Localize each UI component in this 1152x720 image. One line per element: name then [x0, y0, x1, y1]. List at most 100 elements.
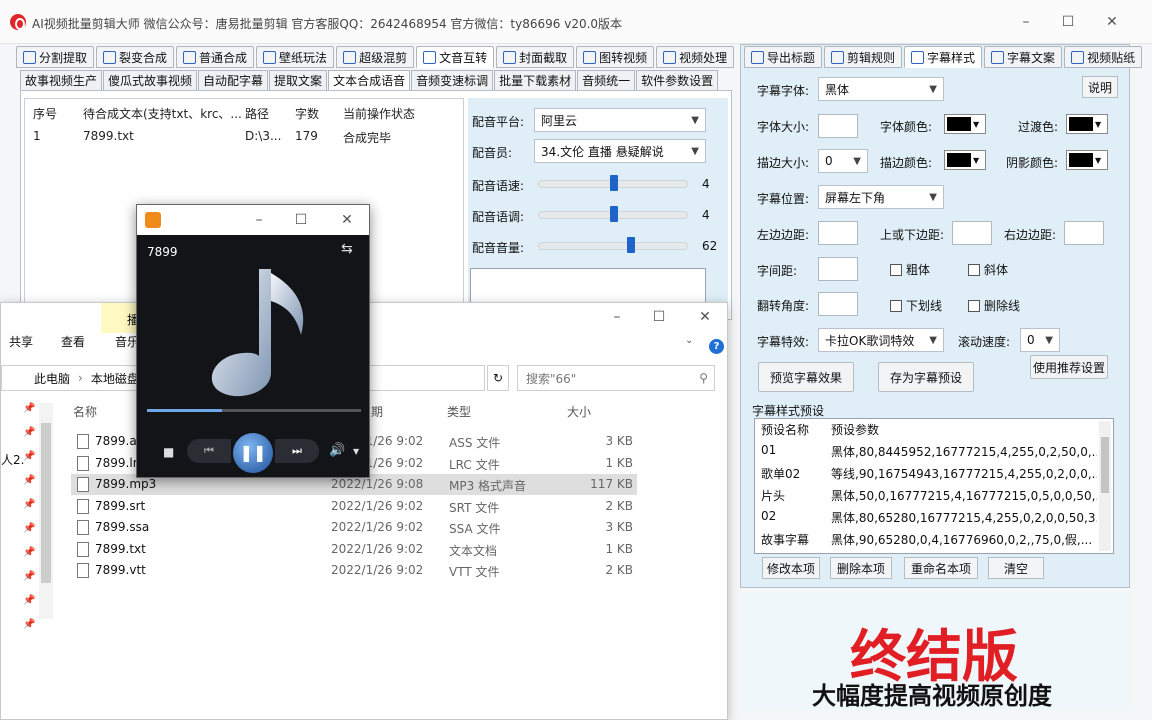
col-date[interactable]: 期 — [371, 403, 383, 420]
font-size-input[interactable] — [818, 114, 858, 138]
player-maximize-icon[interactable]: ☐ — [291, 210, 311, 230]
tab-right-0[interactable]: 导出标题 — [744, 46, 823, 68]
pin-icon[interactable]: 📌 — [23, 619, 35, 630]
delete-button[interactable]: 删除本项 — [830, 557, 892, 579]
col-size[interactable]: 大小 — [567, 403, 591, 420]
pin-icon[interactable]: 📌 — [23, 523, 35, 534]
speed-slider[interactable] — [538, 175, 688, 191]
next-icon[interactable]: ⏭ — [275, 439, 319, 463]
preview-subtitle-button[interactable]: 预览字幕效果 — [758, 362, 854, 392]
tab-main-1[interactable]: 裂变合成 — [96, 46, 175, 68]
font-select[interactable]: 黑体 ▼ — [818, 77, 944, 101]
chevron-down-icon[interactable]: ⌄ — [685, 335, 693, 346]
pin-icon[interactable]: 📌 — [23, 499, 35, 510]
pin-icon[interactable]: 📌 — [23, 547, 35, 558]
save-preset-button[interactable]: 存为字幕预设 — [878, 362, 974, 392]
close-icon[interactable]: ✕ — [1102, 12, 1122, 32]
shadow-color-picker[interactable]: ▼ — [1066, 150, 1108, 170]
spacing-input[interactable] — [818, 257, 858, 281]
pin-icon[interactable]: 📌 — [23, 475, 35, 486]
preset-row[interactable]: 02 黑体,80,65280,16777215,4,255,0,2,0,0,50,… — [755, 509, 1099, 530]
volume-slider[interactable] — [538, 237, 688, 253]
left-margin-input[interactable] — [818, 221, 858, 245]
preset-row[interactable]: 故事字幕 黑体,90,65280,0,4,16776960,0,2,,75,0,假… — [755, 531, 1099, 552]
tab-sub-5[interactable]: 音频变速标调 — [411, 70, 494, 91]
preset-row[interactable]: 歌单02 等线,90,16754943,16777215,4,255,0,2,0,… — [755, 465, 1099, 486]
breadcrumb-pc[interactable]: 此电脑 — [34, 370, 70, 387]
pin-icon[interactable]: 📌 — [23, 571, 35, 582]
effect-select[interactable]: 卡拉OK歌词特效 ▼ — [818, 328, 944, 352]
tab-right-3[interactable]: 字幕文案 — [984, 46, 1063, 68]
player-minimize-icon[interactable]: – — [249, 210, 269, 230]
scroll-select[interactable]: 0 ▼ — [1020, 328, 1060, 352]
breadcrumb-disk[interactable]: 本地磁盘 — [91, 370, 139, 387]
recommend-button[interactable]: 使用推荐设置 — [1030, 355, 1108, 379]
ribbon-view[interactable]: 查看 — [61, 333, 85, 350]
stop-icon[interactable]: ■ — [163, 445, 174, 459]
explorer-close-icon[interactable]: ✕ — [695, 307, 715, 327]
tab-sub-7[interactable]: 音频统一 — [577, 70, 636, 91]
pitch-slider-knob[interactable] — [610, 206, 618, 222]
rename-button[interactable]: 重命名本项 — [904, 557, 978, 579]
tab-main-3[interactable]: 壁纸玩法 — [256, 46, 335, 68]
explorer-minimize-icon[interactable]: – — [607, 307, 627, 327]
col-name[interactable]: 名称 — [73, 403, 97, 420]
explain-button[interactable]: 说明 — [1082, 76, 1118, 98]
tab-sub-1[interactable]: 傻瓜式故事视频 — [103, 70, 198, 91]
preset-list[interactable]: 预设名称 预设参数 01 黑体,80,8445952,16777215,4,255,… — [754, 418, 1114, 554]
font-color-picker[interactable]: ▼ — [944, 114, 986, 134]
file-row[interactable]: 7899.txt 2022/1/26 9:02 文本文档 1 KB — [71, 539, 637, 560]
minimize-icon[interactable]: – — [1016, 12, 1036, 32]
explorer-maximize-icon[interactable]: ☐ — [649, 307, 669, 327]
file-row[interactable]: 7899.ssa 2022/1/26 9:02 SSA 文件 3 KB — [71, 517, 637, 538]
tab-right-4[interactable]: 视频贴纸 — [1064, 46, 1143, 68]
file-row[interactable]: 7899.vtt 2022/1/26 9:02 VTT 文件 2 KB — [71, 560, 637, 581]
tab-sub-8[interactable]: 软件参数设置 — [636, 70, 719, 91]
preset-row[interactable]: 片头 黑体,50,0,16777215,4,16777215,0,5,0,0,50… — [755, 487, 1099, 508]
tab-main-8[interactable]: 视频处理 — [656, 46, 735, 68]
clear-button[interactable]: 清空 — [988, 557, 1044, 579]
switch-view-icon[interactable]: ⇆ — [341, 241, 353, 257]
underline-checkbox[interactable]: 下划线 — [890, 297, 942, 314]
chevron-down-icon[interactable]: ▼ — [353, 447, 359, 456]
player-close-icon[interactable]: ✕ — [337, 210, 357, 230]
transition-color-picker[interactable]: ▼ — [1066, 114, 1108, 134]
seek-bar[interactable] — [147, 409, 361, 412]
stroke-select[interactable]: 0 ▼ — [818, 149, 868, 173]
nav-scrollbar[interactable] — [39, 403, 53, 619]
file-row[interactable]: 7899.srt 2022/1/26 9:02 SRT 文件 2 KB — [71, 496, 637, 517]
tab-sub-6[interactable]: 批量下载素材 — [494, 70, 577, 91]
volume-slider-knob[interactable] — [627, 237, 635, 253]
tab-main-4[interactable]: 超级混剪 — [336, 46, 415, 68]
col-type[interactable]: 类型 — [447, 403, 471, 420]
preset-row[interactable]: 01 黑体,80,8445952,16777215,4,255,0,2,50,0,… — [755, 443, 1099, 464]
tab-main-5[interactable]: 文音互转 — [416, 46, 495, 68]
tab-right-1[interactable]: 剪辑规则 — [824, 46, 903, 68]
ribbon-share[interactable]: 共享 — [9, 333, 33, 350]
tab-right-2[interactable]: 字幕样式 — [904, 46, 983, 68]
modify-button[interactable]: 修改本项 — [762, 557, 820, 579]
platform-select[interactable]: 阿里云 ▼ — [534, 108, 706, 132]
rotate-input[interactable] — [818, 292, 858, 316]
refresh-icon[interactable]: ↻ — [487, 365, 509, 391]
strike-checkbox[interactable]: 删除线 — [968, 297, 1020, 314]
speed-slider-knob[interactable] — [610, 175, 618, 191]
stroke-color-picker[interactable]: ▼ — [944, 150, 986, 170]
vert-margin-input[interactable] — [952, 221, 992, 245]
tab-sub-0[interactable]: 故事视频生产 — [20, 70, 103, 91]
volume-icon[interactable]: 🔊 — [329, 443, 345, 458]
pin-icon[interactable]: 📌 — [23, 403, 35, 414]
italic-checkbox[interactable]: 斜体 — [968, 261, 1008, 278]
tab-main-0[interactable]: 分割提取 — [16, 46, 95, 68]
pause-icon[interactable]: ❚❚ — [233, 433, 273, 473]
pin-icon[interactable]: 📌 — [23, 427, 35, 438]
maximize-icon[interactable]: ☐ — [1058, 12, 1078, 32]
tab-main-7[interactable]: 图转视频 — [576, 46, 655, 68]
voice-select[interactable]: 34.文伦 直播 悬疑解说 ▼ — [534, 139, 706, 163]
pitch-slider[interactable] — [538, 206, 688, 222]
search-input[interactable]: 搜索"66" ⚲ — [517, 365, 715, 391]
tab-sub-2[interactable]: 自动配字幕 — [198, 70, 269, 91]
tab-sub-4[interactable]: 文本合成语音 — [328, 70, 411, 91]
tab-sub-3[interactable]: 提取文案 — [269, 70, 328, 91]
previous-icon[interactable]: ⏮ — [187, 439, 231, 463]
